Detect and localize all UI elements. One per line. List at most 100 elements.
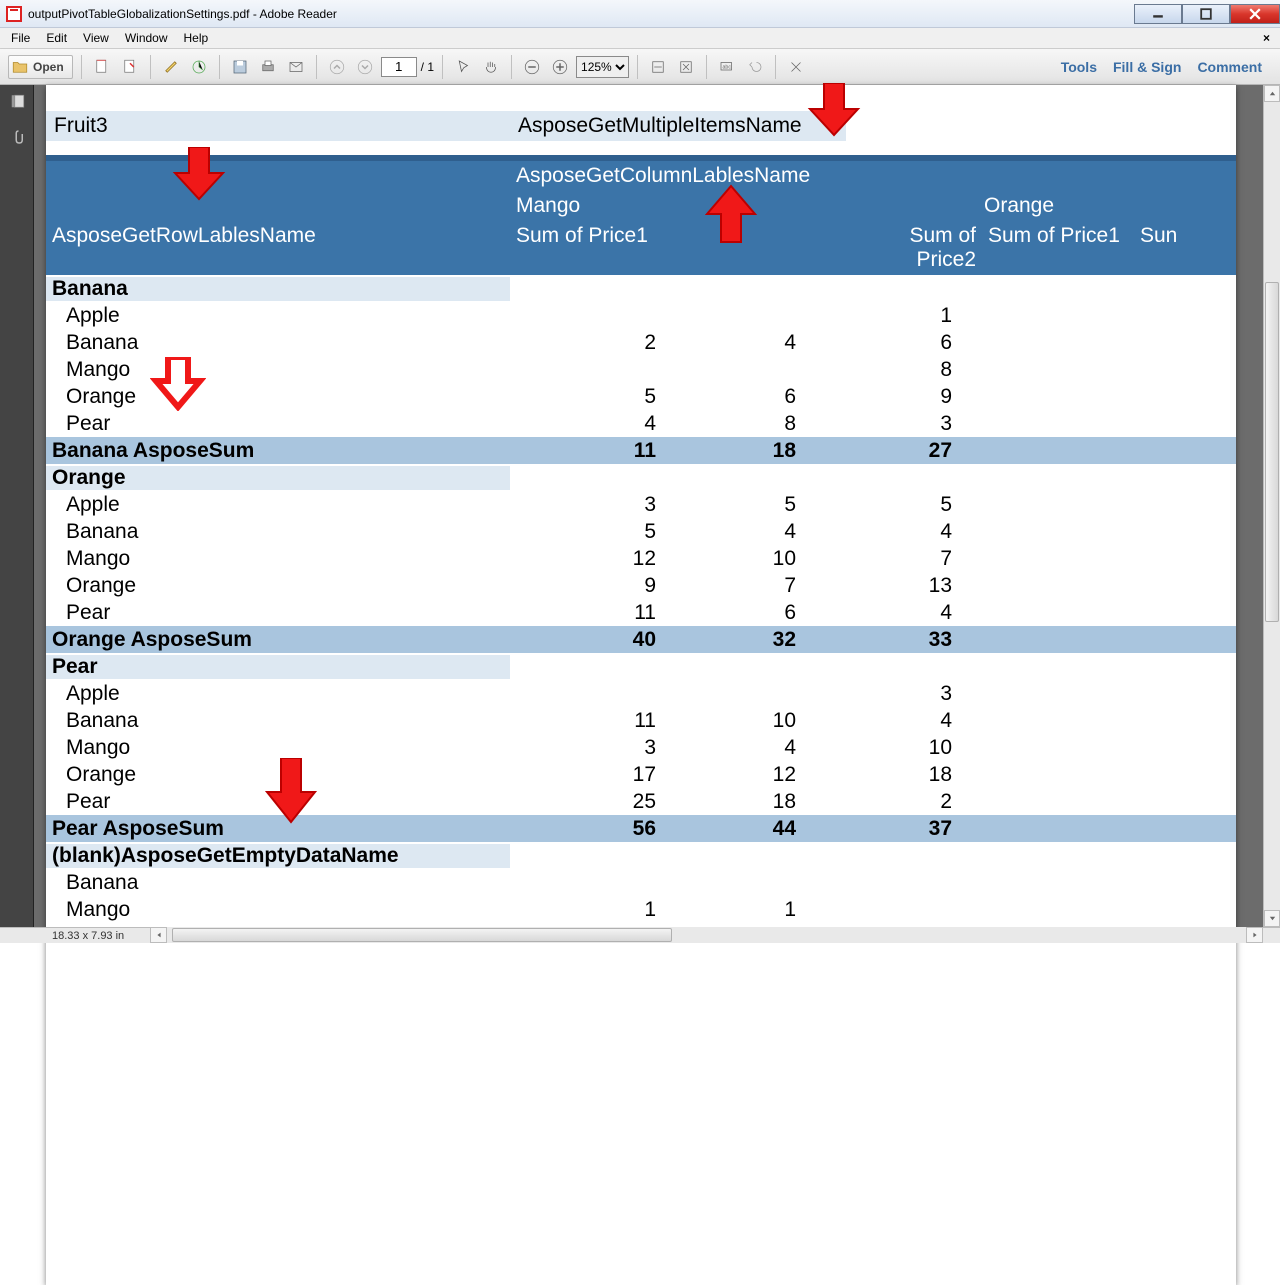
save-icon[interactable]: [228, 55, 252, 79]
print-icon[interactable]: [256, 55, 280, 79]
table-row: Pear AsposeSum564437: [46, 815, 1236, 842]
page-input[interactable]: [381, 57, 417, 77]
measure-2: Sum of Price1: [982, 221, 1134, 275]
document-area[interactable]: Fruit3 AsposeGetMultipleItemsName Aspose…: [34, 85, 1280, 927]
vertical-scrollbar[interactable]: [1263, 85, 1280, 927]
table-row: Pear483: [46, 410, 1236, 437]
value-cell: 37: [806, 817, 962, 841]
value-cell: 40: [510, 628, 666, 652]
group-label: Pear: [46, 655, 510, 679]
fill-sign-link[interactable]: Fill & Sign: [1113, 59, 1181, 75]
maximize-button[interactable]: [1182, 4, 1230, 24]
value-cell: 10: [666, 709, 806, 733]
value-cell: 11: [510, 709, 666, 733]
table-row: Pear1164: [46, 599, 1236, 626]
group-label: (blank)AsposeGetEmptyDataName: [46, 844, 510, 868]
comment-link[interactable]: Comment: [1197, 59, 1262, 75]
toolbar: Open / 1 125% abc Tools Fill & Sign Comm…: [0, 49, 1280, 85]
fit-width-icon[interactable]: [646, 55, 670, 79]
table-row: Orange9713: [46, 572, 1236, 599]
value-cell: 5: [510, 385, 666, 409]
filter-field-name: Fruit3: [46, 111, 510, 141]
share-icon[interactable]: [187, 55, 211, 79]
row-item-label: Orange: [46, 574, 510, 598]
subtotal-label: Banana AsposeSum: [46, 439, 510, 463]
menu-view[interactable]: View: [76, 29, 116, 47]
menu-file[interactable]: File: [4, 29, 37, 47]
hscroll-thumb[interactable]: [172, 928, 672, 942]
value-cell: 4: [666, 736, 806, 760]
value-cell: 11: [510, 601, 666, 625]
value-cell: 2: [806, 790, 962, 814]
zoom-in-icon[interactable]: [548, 55, 572, 79]
value-cell: 12: [510, 547, 666, 571]
row-item-label: Apple: [46, 493, 510, 517]
value-cell: 10: [666, 547, 806, 571]
table-row: Banana: [46, 869, 1236, 896]
group-label: Banana: [46, 277, 510, 301]
titlebar: outputPivotTableGlobalizationSettings.pd…: [0, 0, 1280, 28]
fit-page-icon[interactable]: [674, 55, 698, 79]
hand-tool-icon[interactable]: [479, 55, 503, 79]
thumbnails-icon[interactable]: [8, 93, 26, 114]
value-cell: 8: [806, 358, 962, 382]
page-up-icon[interactable]: [325, 55, 349, 79]
row-item-label: Mango: [46, 898, 510, 922]
row-item-label: Orange: [46, 763, 510, 787]
menu-edit[interactable]: Edit: [39, 29, 74, 47]
page-down-icon[interactable]: [353, 55, 377, 79]
measure-1: Sum of Price2: [842, 221, 982, 275]
table-row: (blank)AsposeGetEmptyDataName: [46, 842, 1236, 869]
undo-icon[interactable]: [743, 55, 767, 79]
row-item-label: Banana: [46, 331, 510, 355]
read-mode-icon[interactable]: [784, 55, 808, 79]
open-label: Open: [33, 60, 64, 74]
horizontal-scrollbar[interactable]: [150, 927, 1263, 943]
attachments-icon[interactable]: [8, 128, 26, 149]
value-cell: 17: [510, 763, 666, 787]
zoom-select[interactable]: 125%: [576, 56, 629, 78]
minimize-button[interactable]: [1134, 4, 1182, 24]
value-cell: 5: [510, 520, 666, 544]
menu-window[interactable]: Window: [118, 29, 175, 47]
value-cell: 4: [510, 412, 666, 436]
table-row: Banana246: [46, 329, 1236, 356]
value-cell: 3: [806, 412, 962, 436]
value-cell: 5: [666, 493, 806, 517]
select-tool-icon[interactable]: [451, 55, 475, 79]
status-bar: 18.33 x 7.93 in: [0, 927, 1280, 943]
menu-help[interactable]: Help: [177, 29, 216, 47]
open-button[interactable]: Open: [8, 55, 73, 79]
table-row: Banana AsposeSum111827: [46, 437, 1236, 464]
table-row: Banana11104: [46, 707, 1236, 734]
value-cell: 4: [666, 520, 806, 544]
close-doc-button[interactable]: ×: [1257, 31, 1276, 45]
pdf-page: Fruit3 AsposeGetMultipleItemsName Aspose…: [46, 85, 1236, 1285]
value-cell: 7: [806, 547, 962, 571]
annotate-icon[interactable]: abc: [715, 55, 739, 79]
value-cell: 4: [806, 601, 962, 625]
measure-3: Sun: [1134, 221, 1174, 275]
row-item-label: Pear: [46, 412, 510, 436]
value-cell: 1: [510, 898, 666, 922]
row-item-label: Mango: [46, 358, 510, 382]
zoom-out-icon[interactable]: [520, 55, 544, 79]
value-cell: 6: [666, 385, 806, 409]
sign-icon[interactable]: [159, 55, 183, 79]
page-dimensions: 18.33 x 7.93 in: [52, 930, 124, 942]
email-icon[interactable]: [284, 55, 308, 79]
value-cell: 44: [666, 817, 806, 841]
value-cell: 2: [510, 331, 666, 355]
table-row: Mango11: [46, 896, 1236, 923]
tools-link[interactable]: Tools: [1061, 59, 1097, 75]
value-cell: 3: [806, 682, 962, 706]
subtotal-label: Orange AsposeSum: [46, 628, 510, 652]
close-button[interactable]: [1230, 4, 1280, 24]
value-cell: 6: [806, 331, 962, 355]
create-pdf-icon[interactable]: [90, 55, 114, 79]
vscroll-thumb[interactable]: [1265, 282, 1279, 622]
export-pdf-icon[interactable]: [118, 55, 142, 79]
side-panel: [0, 85, 34, 927]
row-item-label: Mango: [46, 736, 510, 760]
table-row: Apple355: [46, 491, 1236, 518]
